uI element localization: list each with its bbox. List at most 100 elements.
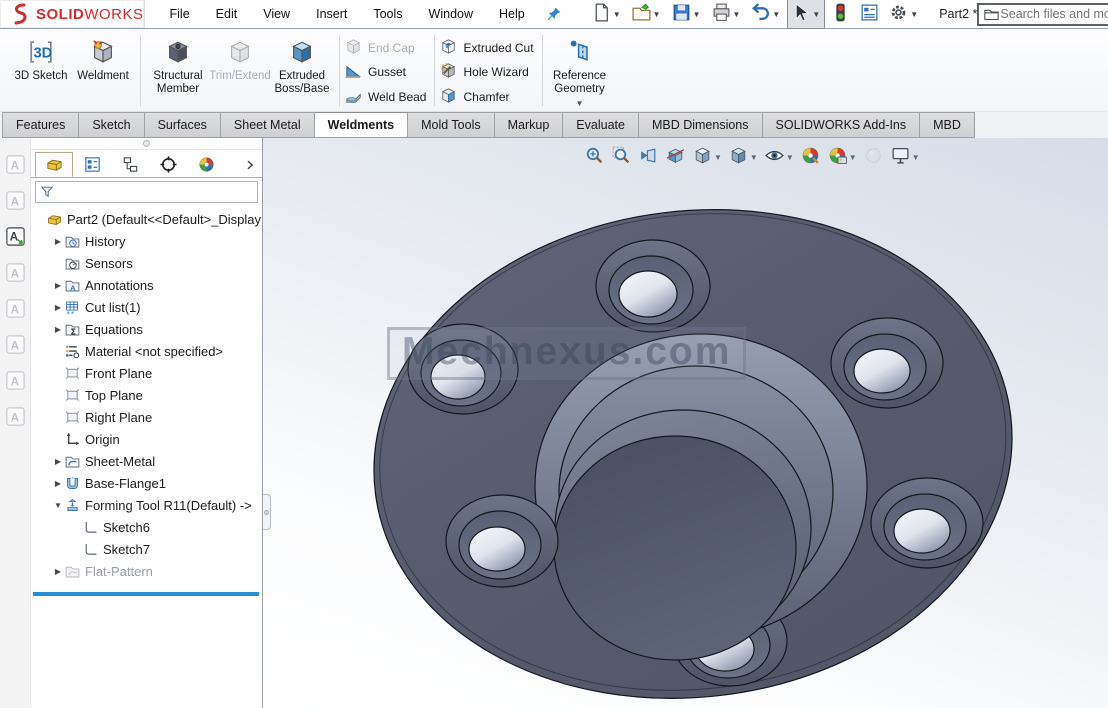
reference-geometry-button[interactable]: Reference Geometry▼ — [549, 32, 611, 108]
tree-item-history[interactable]: ▶History — [31, 230, 262, 252]
search-box[interactable]: ▼ — [977, 3, 1108, 26]
select-dropdown-icon[interactable]: ▼ — [812, 10, 820, 19]
tree-expand-icon[interactable]: ▼ — [53, 501, 63, 510]
propertymanager-tab[interactable] — [73, 152, 111, 177]
screen-button[interactable]: ▼ — [889, 144, 921, 170]
tree-item-sketch7[interactable]: Sketch7 — [31, 538, 262, 560]
tab-markup[interactable]: Markup — [495, 112, 564, 138]
view-orientation-button[interactable]: ▼ — [691, 144, 723, 170]
featuremanager-tab[interactable] — [35, 152, 73, 177]
section-view-button[interactable] — [664, 144, 687, 170]
tab-mbd-dimensions[interactable]: MBD Dimensions — [639, 112, 763, 138]
tab-mbd[interactable]: MBD — [920, 112, 975, 138]
copy-settings-icon[interactable]: A — [3, 332, 27, 356]
note-add-icon[interactable]: A — [3, 260, 27, 284]
screen-dropdown-icon[interactable]: ▼ — [912, 153, 920, 162]
tab-features[interactable]: Features — [2, 112, 79, 138]
menu-help[interactable]: Help — [488, 3, 536, 25]
configurationmanager-tab[interactable] — [111, 152, 149, 177]
save-button[interactable]: ▼ — [668, 0, 706, 29]
tree-expand-icon[interactable]: ▶ — [53, 281, 63, 290]
tree-expand-icon[interactable]: ▶ — [53, 303, 63, 312]
panel-expand-icon[interactable] — [240, 158, 260, 172]
zoom-to-area-button[interactable] — [610, 144, 633, 170]
tree-expand-icon[interactable]: ▶ — [53, 479, 63, 488]
tab-sheet-metal[interactable]: Sheet Metal — [221, 112, 315, 138]
apply-scene-button[interactable]: ▼ — [826, 144, 858, 170]
tree-item-equations[interactable]: ▶ΣEquations — [31, 318, 262, 340]
tree-item-flat-pattern[interactable]: ▶Flat-Pattern — [31, 560, 262, 582]
tree-item-cut-list-1-[interactable]: ▶Cut list(1) — [31, 296, 262, 318]
search-input[interactable] — [1000, 7, 1108, 21]
extruded-boss-base-button[interactable]: Extruded Boss/Base — [271, 32, 333, 96]
tree-item-right-plane[interactable]: Right Plane — [31, 406, 262, 428]
tree-item-annotations[interactable]: ▶AAnnotations — [31, 274, 262, 296]
display-style-button[interactable]: ▼ — [727, 144, 759, 170]
hide-show-items-dropdown-icon[interactable]: ▼ — [786, 153, 794, 162]
tree-item-part2-default-default-display-[interactable]: Part2 (Default<<Default>_Display Sta — [31, 208, 262, 230]
note-star-icon[interactable]: A — [3, 152, 27, 176]
menu-view[interactable]: View — [252, 3, 301, 25]
traffic-light-button[interactable] — [827, 0, 854, 29]
options-gear-button[interactable]: ▼ — [885, 0, 923, 29]
menu-file[interactable]: File — [159, 3, 201, 25]
panel-collapse-handle[interactable] — [263, 494, 271, 530]
tree-item-forming-tool-r11-default-[interactable]: ▼Forming Tool R11(Default) -> — [31, 494, 262, 516]
hide-show-items-button[interactable]: ▼ — [763, 144, 795, 170]
menu-edit[interactable]: Edit — [205, 3, 249, 25]
note-insert-icon[interactable]: A — [3, 224, 27, 248]
undo-button[interactable]: ▼ — [747, 0, 785, 29]
structural-member-button[interactable]: Structural Member — [147, 32, 209, 96]
gusset-button[interactable]: Gusset — [342, 60, 432, 84]
undo-dropdown-icon[interactable]: ▼ — [772, 10, 780, 19]
tree-item-top-plane[interactable]: Top Plane — [31, 384, 262, 406]
open-dropdown-icon[interactable]: ▼ — [653, 10, 661, 19]
tab-surfaces[interactable]: Surfaces — [145, 112, 221, 138]
view-orientation-dropdown-icon[interactable]: ▼ — [714, 153, 722, 162]
menu-tools[interactable]: Tools — [362, 3, 413, 25]
menu-window[interactable]: Window — [418, 3, 484, 25]
tab-evaluate[interactable]: Evaluate — [563, 112, 639, 138]
tree-item-origin[interactable]: Origin — [31, 428, 262, 450]
tree-item-material-not-specified-[interactable]: Material <not specified> — [31, 340, 262, 362]
chamfer-button[interactable]: Chamfer — [437, 85, 539, 109]
previous-view-button[interactable] — [637, 144, 660, 170]
link-chain-icon[interactable]: A — [3, 404, 27, 428]
view-options-list-button[interactable] — [856, 0, 883, 29]
weldment-button[interactable]: Weldment — [72, 32, 134, 83]
select-button[interactable]: ▼ — [787, 0, 825, 29]
new-document-button[interactable]: ▼ — [588, 0, 626, 29]
application-menu[interactable]: SOLIDWORKS — [0, 0, 145, 28]
menu-insert[interactable]: Insert — [305, 3, 358, 25]
tree-expand-icon[interactable]: ▶ — [53, 237, 63, 246]
tab-weldments[interactable]: Weldments — [315, 112, 408, 138]
hole-wizard-button[interactable]: Hole Wizard — [437, 60, 539, 84]
tree-item-sheet-metal[interactable]: ▶Sheet-Metal — [31, 450, 262, 472]
part-model[interactable] — [263, 138, 1108, 708]
display-style-dropdown-icon[interactable]: ▼ — [750, 153, 758, 162]
apply-scene-dropdown-icon[interactable]: ▼ — [849, 153, 857, 162]
edit-appearance-button[interactable] — [799, 144, 822, 170]
tree-item-sensors[interactable]: Sensors — [31, 252, 262, 274]
tree-filter-input[interactable] — [35, 181, 258, 203]
tree-item-base-flange1[interactable]: ▶Base-Flange1 — [31, 472, 262, 494]
note-edit-icon[interactable]: A — [3, 188, 27, 212]
tab-mold-tools[interactable]: Mold Tools — [408, 112, 495, 138]
tree-expand-icon[interactable]: ▶ — [53, 567, 63, 576]
print-dropdown-icon[interactable]: ▼ — [733, 10, 741, 19]
weld-bead-button[interactable]: Weld Bead — [342, 85, 432, 109]
print-button[interactable]: ▼ — [708, 0, 746, 29]
3d-sketch-button[interactable]: 3D3D Sketch — [10, 32, 72, 83]
options-gear-dropdown-icon[interactable]: ▼ — [910, 10, 918, 19]
tree-expand-icon[interactable]: ▶ — [53, 457, 63, 466]
zoom-to-fit-button[interactable] — [583, 144, 606, 170]
extruded-cut-button[interactable]: Extruded Cut — [437, 36, 539, 60]
note-stack-icon[interactable]: A — [3, 296, 27, 320]
panel-splitter[interactable] — [31, 138, 262, 150]
reference-geometry-dropdown-icon[interactable]: ▼ — [576, 99, 584, 108]
note-pattern-icon[interactable]: A — [3, 368, 27, 392]
graphics-viewport[interactable]: ▼ ▼ ▼ ▼ ▼ — [263, 138, 1108, 708]
tab-solidworks-add-ins[interactable]: SOLIDWORKS Add-Ins — [763, 112, 921, 138]
tree-item-sketch6[interactable]: Sketch6 — [31, 516, 262, 538]
pin-menu-icon[interactable] — [546, 3, 562, 25]
